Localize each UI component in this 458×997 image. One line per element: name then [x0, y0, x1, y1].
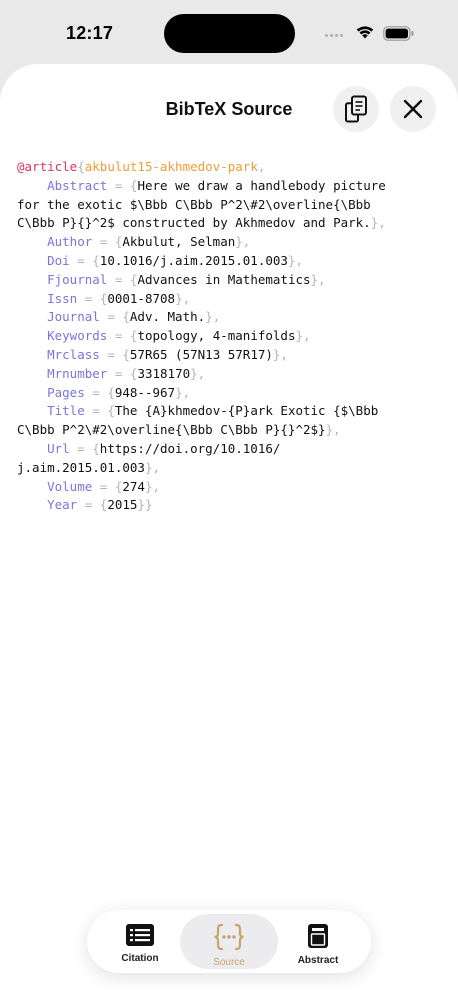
bibtex-field-name: Url [47, 440, 70, 456]
status-bar: 12:17 [0, 0, 458, 62]
bibtex-field-separator: = { [107, 365, 138, 381]
bibtex-field-end: }, [272, 346, 288, 362]
cite-key: akbulut15-akhmedov-park [84, 159, 258, 174]
bibtex-field-value: Adv. Math. [129, 309, 206, 325]
bibtex-field-end: }, [370, 215, 386, 231]
bibtex-field-end: }, [205, 309, 221, 325]
bibtex-field-name: Volume [47, 478, 93, 494]
bibtex-field-end: }, [175, 384, 191, 400]
entry-open-brace: { [77, 159, 85, 174]
wifi-icon [356, 26, 374, 39]
bibtex-field-name: Mrnumber [47, 365, 108, 381]
bibtex-field-separator: = { [107, 271, 138, 287]
bibtex-field-end: }, [144, 478, 161, 494]
bibtex-field-value: topology, 4-manifolds [137, 328, 296, 344]
tab-source-label: Source [213, 957, 245, 968]
bibtex-field-end: }, [144, 459, 160, 475]
bibtex-field-end: }, [190, 365, 206, 381]
cellular-signal-icon [325, 34, 343, 37]
bibtex-field-name: Pages [47, 384, 85, 400]
close-button[interactable] [390, 86, 436, 132]
bibtex-field-end: }, [325, 422, 341, 438]
bibtex-field-end: }} [137, 497, 153, 513]
bibtex-field-separator: = { [92, 478, 123, 494]
bibtex-field-value: Akbulut, Selman [122, 234, 236, 250]
tab-citation[interactable]: Citation [91, 914, 189, 969]
bibtex-field-end: }, [175, 290, 191, 306]
tab-citation-label: Citation [121, 953, 159, 964]
bibtex-field-value: 3318170 [137, 365, 191, 381]
battery-icon [383, 26, 414, 41]
bibtex-field-separator: = { [69, 440, 100, 456]
bibtex-field-name: Keywords [47, 328, 108, 344]
bibtex-field-name: Doi [47, 252, 70, 268]
bibtex-field-value: 948--967 [114, 384, 176, 400]
bibtex-field-name: Mrclass [47, 346, 100, 362]
bibtex-field-separator: = { [99, 346, 130, 362]
bibtex-field-separator: = { [69, 252, 100, 268]
bibtex-field-end: }, [235, 234, 251, 250]
bibtex-field-value: 10.1016/j.aim.2015.01.003 [99, 252, 288, 268]
bibtex-field-end: }, [287, 252, 304, 268]
bibtex-field-end: }, [295, 328, 311, 344]
source-braces-icon [214, 923, 244, 951]
bibtex-field-separator: = { [99, 309, 130, 325]
copy-icon [345, 95, 367, 123]
bibtex-field-separator: = { [77, 497, 108, 513]
bibtex-field-name: Fjournal [47, 271, 108, 287]
bibtex-field-value: 2015 [107, 497, 138, 513]
bibtex-field-value: 57R65 (57N13 57R17) [129, 346, 273, 362]
bibtex-field-end: }, [310, 271, 326, 287]
bibtex-source-text: @article{akbulut15-akhmedov-park, Abstra… [17, 159, 386, 513]
bibtex-field-name: Year [47, 497, 78, 513]
copy-button[interactable] [333, 86, 379, 132]
dynamic-island [164, 14, 295, 53]
abstract-icon [308, 924, 328, 948]
bibtex-source-sheet: BibTeX Source @article{akbulut15-akhmedo… [0, 64, 458, 997]
citation-icon [126, 924, 154, 946]
bibtex-field-name: Issn [47, 290, 78, 306]
bibtex-field-name: Title [47, 403, 85, 419]
tab-source[interactable]: Source [180, 914, 278, 969]
bibtex-field-name: Journal [47, 309, 100, 325]
bibtex-field-separator: = { [107, 177, 138, 193]
tab-abstract[interactable]: Abstract [269, 914, 367, 969]
entry-type: @article [17, 159, 78, 174]
bibtex-field-separator: = { [84, 403, 115, 419]
bibtex-field-separator: = { [84, 384, 115, 400]
bibtex-field-separator: = { [107, 328, 138, 344]
close-icon [403, 99, 423, 119]
bottom-tab-bar: Citation Source Abstract [87, 910, 371, 973]
bibtex-field-separator: = { [77, 290, 108, 306]
bibtex-field-value: 274 [122, 478, 145, 494]
status-time: 12:17 [66, 23, 114, 43]
bibtex-field-separator: = { [92, 234, 123, 250]
tab-abstract-label: Abstract [297, 955, 339, 966]
bibtex-field-value: 0001-8708 [107, 290, 176, 306]
bibtex-field-value: Advances in Mathematics [137, 271, 311, 287]
bibtex-field-name: Abstract [47, 177, 108, 193]
bibtex-field-name: Author [47, 234, 93, 250]
